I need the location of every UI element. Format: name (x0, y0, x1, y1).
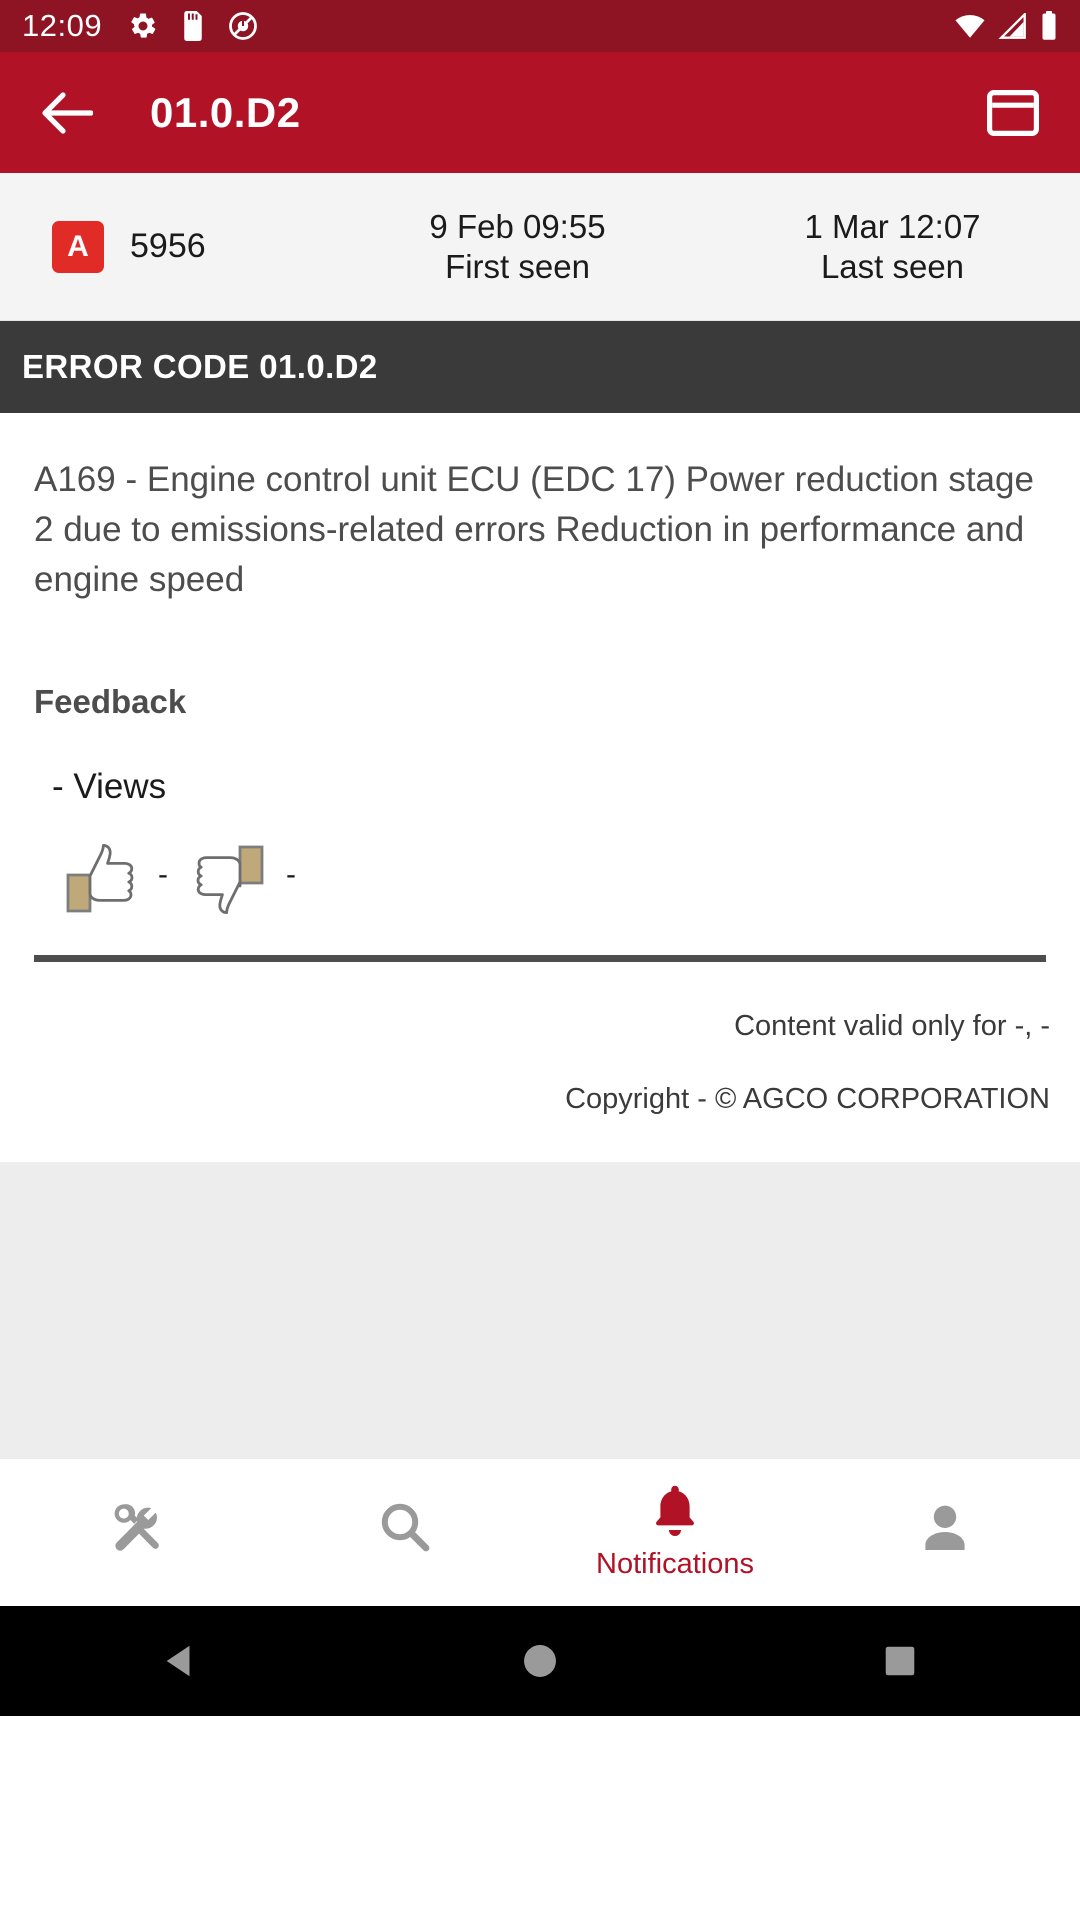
nav-item-notifications[interactable]: Notifications (540, 1459, 810, 1606)
thumbs-up-count: - (158, 858, 168, 892)
bell-icon (656, 1485, 694, 1537)
feedback-heading: Feedback (34, 683, 187, 721)
do-not-disturb-icon (228, 11, 258, 41)
arrow-back-icon (42, 91, 93, 134)
article-content: A169 - Engine control unit ECU (EDC 17) … (0, 413, 1080, 963)
bottom-navigation: Notifications (0, 1458, 1080, 1607)
error-code-title: ERROR CODE 01.0.D2 (22, 348, 378, 385)
thumbs-down-button[interactable] (190, 843, 268, 915)
battery-icon (1040, 11, 1058, 41)
thumbs-up-button[interactable] (62, 843, 140, 915)
status-bar-left-icons (128, 11, 258, 41)
person-icon (925, 1505, 965, 1550)
app-bar: 01.0.D2 (0, 52, 1080, 173)
diagnostic-summary-row: A 5956 9 Feb 09:55 First seen 1 Mar 12:0… (0, 173, 1080, 321)
status-badge: A (52, 220, 104, 273)
first-seen-label: First seen (445, 247, 590, 285)
search-icon (381, 1503, 430, 1551)
thumbs-down-count: - (286, 858, 296, 892)
wifi-icon (954, 13, 986, 39)
first-seen-group: 9 Feb 09:55 First seen (330, 207, 705, 286)
thumbs-up-icon (66, 844, 134, 913)
nav-item-service[interactable] (0, 1459, 270, 1606)
android-recents-button[interactable] (855, 1616, 945, 1706)
web-asset-icon (987, 89, 1039, 136)
severity-group: A 5956 (0, 220, 330, 273)
legal-footer: Content valid only for -, - Copyright - … (0, 962, 1080, 1163)
web-asset-button[interactable] (982, 82, 1044, 144)
last-seen-group: 1 Mar 12:07 Last seen (705, 207, 1080, 286)
status-bar: 12:09 (0, 0, 1080, 52)
back-button[interactable] (36, 82, 98, 144)
status-bar-right-icons (954, 11, 1058, 41)
android-home-button[interactable] (495, 1616, 585, 1706)
nav-label-notifications: Notifications (596, 1548, 754, 1581)
content-spacer (0, 1162, 1080, 1459)
nav-item-profile[interactable] (810, 1459, 1080, 1606)
section-divider (34, 955, 1046, 963)
recents-square-icon (885, 1646, 915, 1676)
error-code-header: ERROR CODE 01.0.D2 (0, 321, 1080, 413)
content-validity: Content valid only for -, - (734, 1010, 1050, 1043)
gear-icon (128, 11, 158, 41)
android-back-button[interactable] (135, 1616, 225, 1706)
error-description: A169 - Engine control unit ECU (EDC 17) … (34, 460, 1034, 600)
views-count: - Views (52, 767, 167, 807)
home-circle-icon (524, 1645, 556, 1677)
service-tools-icon (114, 1503, 159, 1551)
page-title: 01.0.D2 (150, 88, 301, 136)
android-navigation-bar (0, 1606, 1080, 1717)
sd-card-icon (180, 11, 206, 41)
cellular-signal-icon (998, 13, 1028, 39)
last-seen-value: 1 Mar 12:07 (804, 207, 981, 245)
occurrence-count: 5956 (130, 227, 206, 265)
copyright-notice: Copyright - © AGCO CORPORATION (565, 1083, 1050, 1116)
back-triangle-icon (166, 1645, 190, 1677)
feedback-vote-row: - - (62, 843, 1046, 915)
thumbs-down-icon (196, 845, 264, 915)
last-seen-label: Last seen (820, 247, 965, 285)
nav-item-search[interactable] (270, 1459, 540, 1606)
first-seen-value: 9 Feb 09:55 (429, 207, 606, 245)
status-bar-clock: 12:09 (22, 8, 103, 43)
